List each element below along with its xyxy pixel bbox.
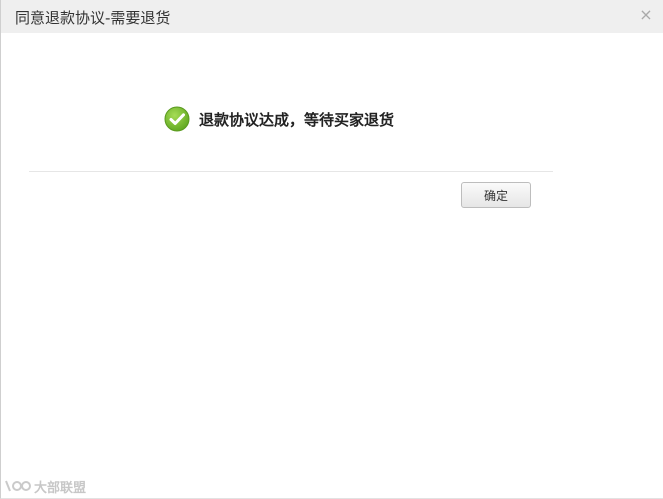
dialog-title: 同意退款协议-需要退货 <box>15 9 171 27</box>
watermark: 大部联盟 <box>4 476 86 496</box>
kaidi-logo <box>5 480 31 492</box>
watermark-text: 大部联盟 <box>34 480 87 496</box>
status-message: 退款协议达成，等待买家退货 <box>164 106 394 132</box>
status-message-text: 退款协议达成，等待买家退货 <box>199 110 395 129</box>
check-circle-icon <box>164 106 190 132</box>
confirm-button[interactable]: 确定 <box>461 182 531 208</box>
divider <box>29 171 553 172</box>
close-icon[interactable]: × <box>637 6 655 24</box>
refund-dialog: 同意退款协议-需要退货 × 退款协议达成，等待买家退货 确定 <box>0 0 663 499</box>
dialog-titlebar: 同意退款协议-需要退货 × <box>1 0 663 33</box>
